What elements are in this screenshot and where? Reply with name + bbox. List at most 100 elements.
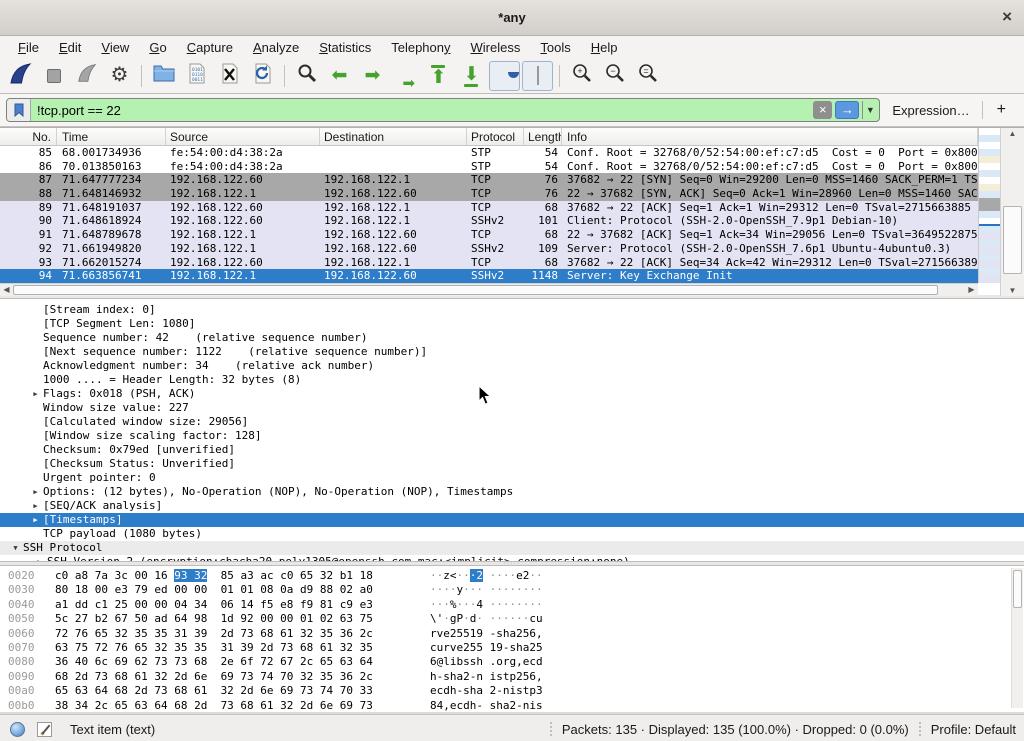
hex-bytes[interactable]: 63 75 72 76 65 32 35 35 31 39 2d 73 68 6… <box>55 641 385 655</box>
column-header-no[interactable]: No. <box>0 128 57 145</box>
filter-clear-button[interactable]: × <box>813 101 832 119</box>
detail-line[interactable]: ▶[SEQ/ACK analysis] <box>0 499 1024 513</box>
zoom-out-button[interactable]: − <box>599 61 630 91</box>
stop-capture-button[interactable] <box>38 61 69 91</box>
hex-bytes[interactable]: c0 a8 7a 3c 00 16 93 32 85 a3 ac c0 65 3… <box>55 569 385 583</box>
hex-bytes[interactable]: a1 dd c1 25 00 00 04 34 06 14 f5 e8 f9 8… <box>55 598 385 612</box>
detail-line[interactable]: [Stream index: 0] <box>0 303 1024 317</box>
hex-ascii[interactable]: ecdh-sha 2-nistp3 <box>430 684 543 697</box>
packet-row-89[interactable]: 8971.648191037192.168.122.60192.168.122.… <box>0 201 978 215</box>
hex-row-0050[interactable]: 00505c 27 b2 67 50 ad 64 98 1d 92 00 00 … <box>8 612 1024 626</box>
collapsed-arrow-icon[interactable]: ▶ <box>28 499 43 513</box>
capture-comment-icon[interactable] <box>37 722 52 737</box>
hex-bytes[interactable]: 68 2d 73 68 61 32 2d 6e 69 73 74 70 32 3… <box>55 670 385 684</box>
menu-tools[interactable]: Tools <box>530 38 580 57</box>
filter-apply-button[interactable]: → <box>835 101 859 119</box>
hex-row-0040[interactable]: 0040a1 dd c1 25 00 00 04 34 06 14 f5 e8 … <box>8 598 1024 612</box>
hex-row-0020[interactable]: 0020c0 a8 7a 3c 00 16 93 32 85 a3 ac c0 … <box>8 569 1024 583</box>
detail-line[interactable]: ▶[Timestamps] <box>0 513 1024 527</box>
reload-file-button[interactable] <box>247 61 278 91</box>
packet-list-hscrollbar[interactable]: ◀ ▶ <box>0 283 978 296</box>
column-header-source[interactable]: Source <box>166 128 320 145</box>
detail-line[interactable]: ▼SSH Protocol <box>0 541 1024 555</box>
hex-ascii[interactable]: ···%···4 ········ <box>430 598 543 611</box>
go-last-button[interactable]: ⬇ <box>456 61 487 91</box>
detail-line[interactable]: Sequence number: 42 (relative sequence n… <box>0 331 1024 345</box>
profile-button[interactable]: Profile: Default <box>931 722 1016 737</box>
zoom-in-button[interactable]: + <box>566 61 597 91</box>
packet-row-86[interactable]: 8670.013850163fe:54:00:d4:38:2aSTP54Conf… <box>0 160 978 174</box>
hex-bytes[interactable]: 65 63 64 68 2d 73 68 61 32 2d 6e 69 73 7… <box>55 684 385 698</box>
collapsed-arrow-icon[interactable]: ▶ <box>28 387 43 401</box>
detail-line[interactable]: [Next sequence number: 1122 (relative se… <box>0 345 1024 359</box>
restart-capture-button[interactable] <box>71 61 102 91</box>
go-first-button[interactable]: ⬆ <box>423 61 454 91</box>
packet-row-94[interactable]: 9471.663856741192.168.122.1192.168.122.6… <box>0 269 978 283</box>
column-header-destination[interactable]: Destination <box>320 128 467 145</box>
menu-go[interactable]: Go <box>139 38 176 57</box>
hex-row-00a0[interactable]: 00a065 63 64 68 2d 73 68 61 32 2d 6e 69 … <box>8 684 1024 698</box>
hex-ascii[interactable]: ····y··· ········ <box>430 583 543 596</box>
scroll-left-icon[interactable]: ◀ <box>0 284 13 296</box>
detail-line[interactable]: ▶SSH Version 2 (encryption:chacha20-poly… <box>0 555 1024 561</box>
packet-row-93[interactable]: 9371.662015274192.168.122.60192.168.122.… <box>0 256 978 270</box>
packet-row-88[interactable]: 8871.648146932192.168.122.1192.168.122.6… <box>0 187 978 201</box>
detail-line[interactable]: [Window size scaling factor: 128] <box>0 429 1024 443</box>
find-packet-button[interactable] <box>291 61 322 91</box>
hex-row-0090[interactable]: 009068 2d 73 68 61 32 2d 6e 69 73 74 70 … <box>8 670 1024 684</box>
menu-view[interactable]: View <box>91 38 139 57</box>
hex-bytes[interactable]: 38 34 2c 65 63 64 68 2d 73 68 61 32 2d 6… <box>55 699 385 712</box>
menu-file[interactable]: File <box>8 38 49 57</box>
auto-scroll-button[interactable] <box>489 61 520 91</box>
packet-row-92[interactable]: 9271.661949820192.168.122.1192.168.122.6… <box>0 242 978 256</box>
go-forward-button[interactable]: ➡ <box>357 61 388 91</box>
packet-row-87[interactable]: 8771.647777234192.168.122.60192.168.122.… <box>0 173 978 187</box>
hex-row-0070[interactable]: 007063 75 72 76 65 32 35 35 31 39 2d 73 … <box>8 641 1024 655</box>
hex-bytes[interactable]: 80 18 00 e3 79 ed 00 00 01 01 08 0a d9 8… <box>55 583 385 597</box>
filter-history-dropdown[interactable]: ▼ <box>862 101 877 119</box>
hscroll-thumb[interactable] <box>13 285 938 295</box>
zoom-original-button[interactable]: = <box>632 61 663 91</box>
collapsed-arrow-icon[interactable]: ▶ <box>32 555 47 561</box>
detail-line[interactable]: [Calculated window size: 29056] <box>0 415 1024 429</box>
detail-line[interactable]: Urgent pointer: 0 <box>0 471 1024 485</box>
colorize-button[interactable] <box>522 61 553 91</box>
go-to-packet-button[interactable]: ➡ <box>390 61 421 91</box>
column-header-info[interactable]: Info <box>562 128 978 145</box>
hex-scroll-thumb[interactable] <box>1013 570 1022 608</box>
hex-row-0030[interactable]: 003080 18 00 e3 79 ed 00 00 01 01 08 0a … <box>8 583 1024 597</box>
expanded-arrow-icon[interactable]: ▼ <box>8 541 23 555</box>
menu-statistics[interactable]: Statistics <box>309 38 381 57</box>
column-header-length[interactable]: Length <box>524 128 562 145</box>
detail-line[interactable]: TCP payload (1080 bytes) <box>0 527 1024 541</box>
detail-line[interactable]: ▶Flags: 0x018 (PSH, ACK) <box>0 387 1024 401</box>
hex-row-0080[interactable]: 008036 40 6c 69 62 73 73 68 2e 6f 72 67 … <box>8 655 1024 669</box>
menu-analyze[interactable]: Analyze <box>243 38 309 57</box>
hex-ascii[interactable]: curve255 19-sha25 <box>430 641 543 654</box>
detail-line[interactable]: ▶Options: (12 bytes), No-Operation (NOP)… <box>0 485 1024 499</box>
start-capture-button[interactable] <box>5 61 36 91</box>
save-file-button[interactable]: 010101100011 <box>181 61 212 91</box>
go-back-button[interactable]: ⬅ <box>324 61 355 91</box>
detail-line[interactable]: [TCP Segment Len: 1080] <box>0 317 1024 331</box>
menu-capture[interactable]: Capture <box>177 38 243 57</box>
display-filter-value[interactable]: !tcp.port == 22 <box>31 103 813 118</box>
hex-row-0060[interactable]: 006072 76 65 32 35 35 31 39 2d 73 68 61 … <box>8 627 1024 641</box>
vscroll-thumb[interactable] <box>1003 206 1022 274</box>
hex-bytes[interactable]: 36 40 6c 69 62 73 73 68 2e 6f 72 67 2c 6… <box>55 655 385 669</box>
hex-ascii[interactable]: 84,ecdh- sha2-nis <box>430 699 543 712</box>
scroll-down-icon[interactable]: ▼ <box>1001 286 1024 295</box>
open-file-button[interactable] <box>148 61 179 91</box>
expert-info-icon[interactable] <box>10 722 25 737</box>
expression-button[interactable]: Expression… <box>880 103 981 118</box>
hex-vscrollbar[interactable] <box>1011 568 1023 708</box>
hex-ascii[interactable]: rve25519 -sha256, <box>430 627 543 640</box>
detail-line[interactable]: 1000 .... = Header Length: 32 bytes (8) <box>0 373 1024 387</box>
menu-help[interactable]: Help <box>581 38 628 57</box>
column-header-time[interactable]: Time <box>57 128 166 145</box>
menu-edit[interactable]: Edit <box>49 38 91 57</box>
hex-ascii[interactable]: 6@libssh .org,ecd <box>430 655 543 668</box>
filter-bookmark-button[interactable] <box>7 99 31 121</box>
hex-ascii[interactable]: ··z<···2 ····e2·· <box>430 569 543 582</box>
capture-options-button[interactable]: ⚙ <box>104 61 135 91</box>
